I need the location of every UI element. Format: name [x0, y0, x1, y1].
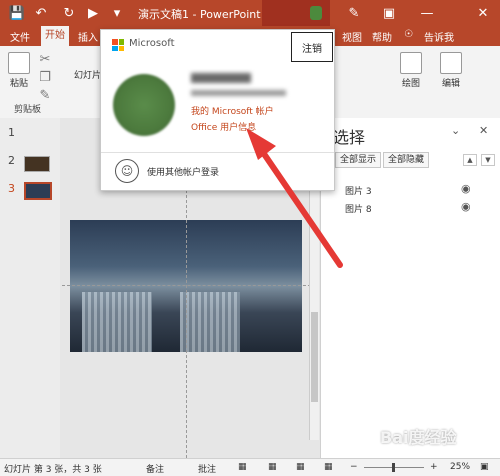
annotation-arrow: [246, 128, 343, 268]
watermark-url: jingyan.baidu.com: [412, 446, 496, 456]
watermark: Bai度经验: [380, 428, 457, 447]
